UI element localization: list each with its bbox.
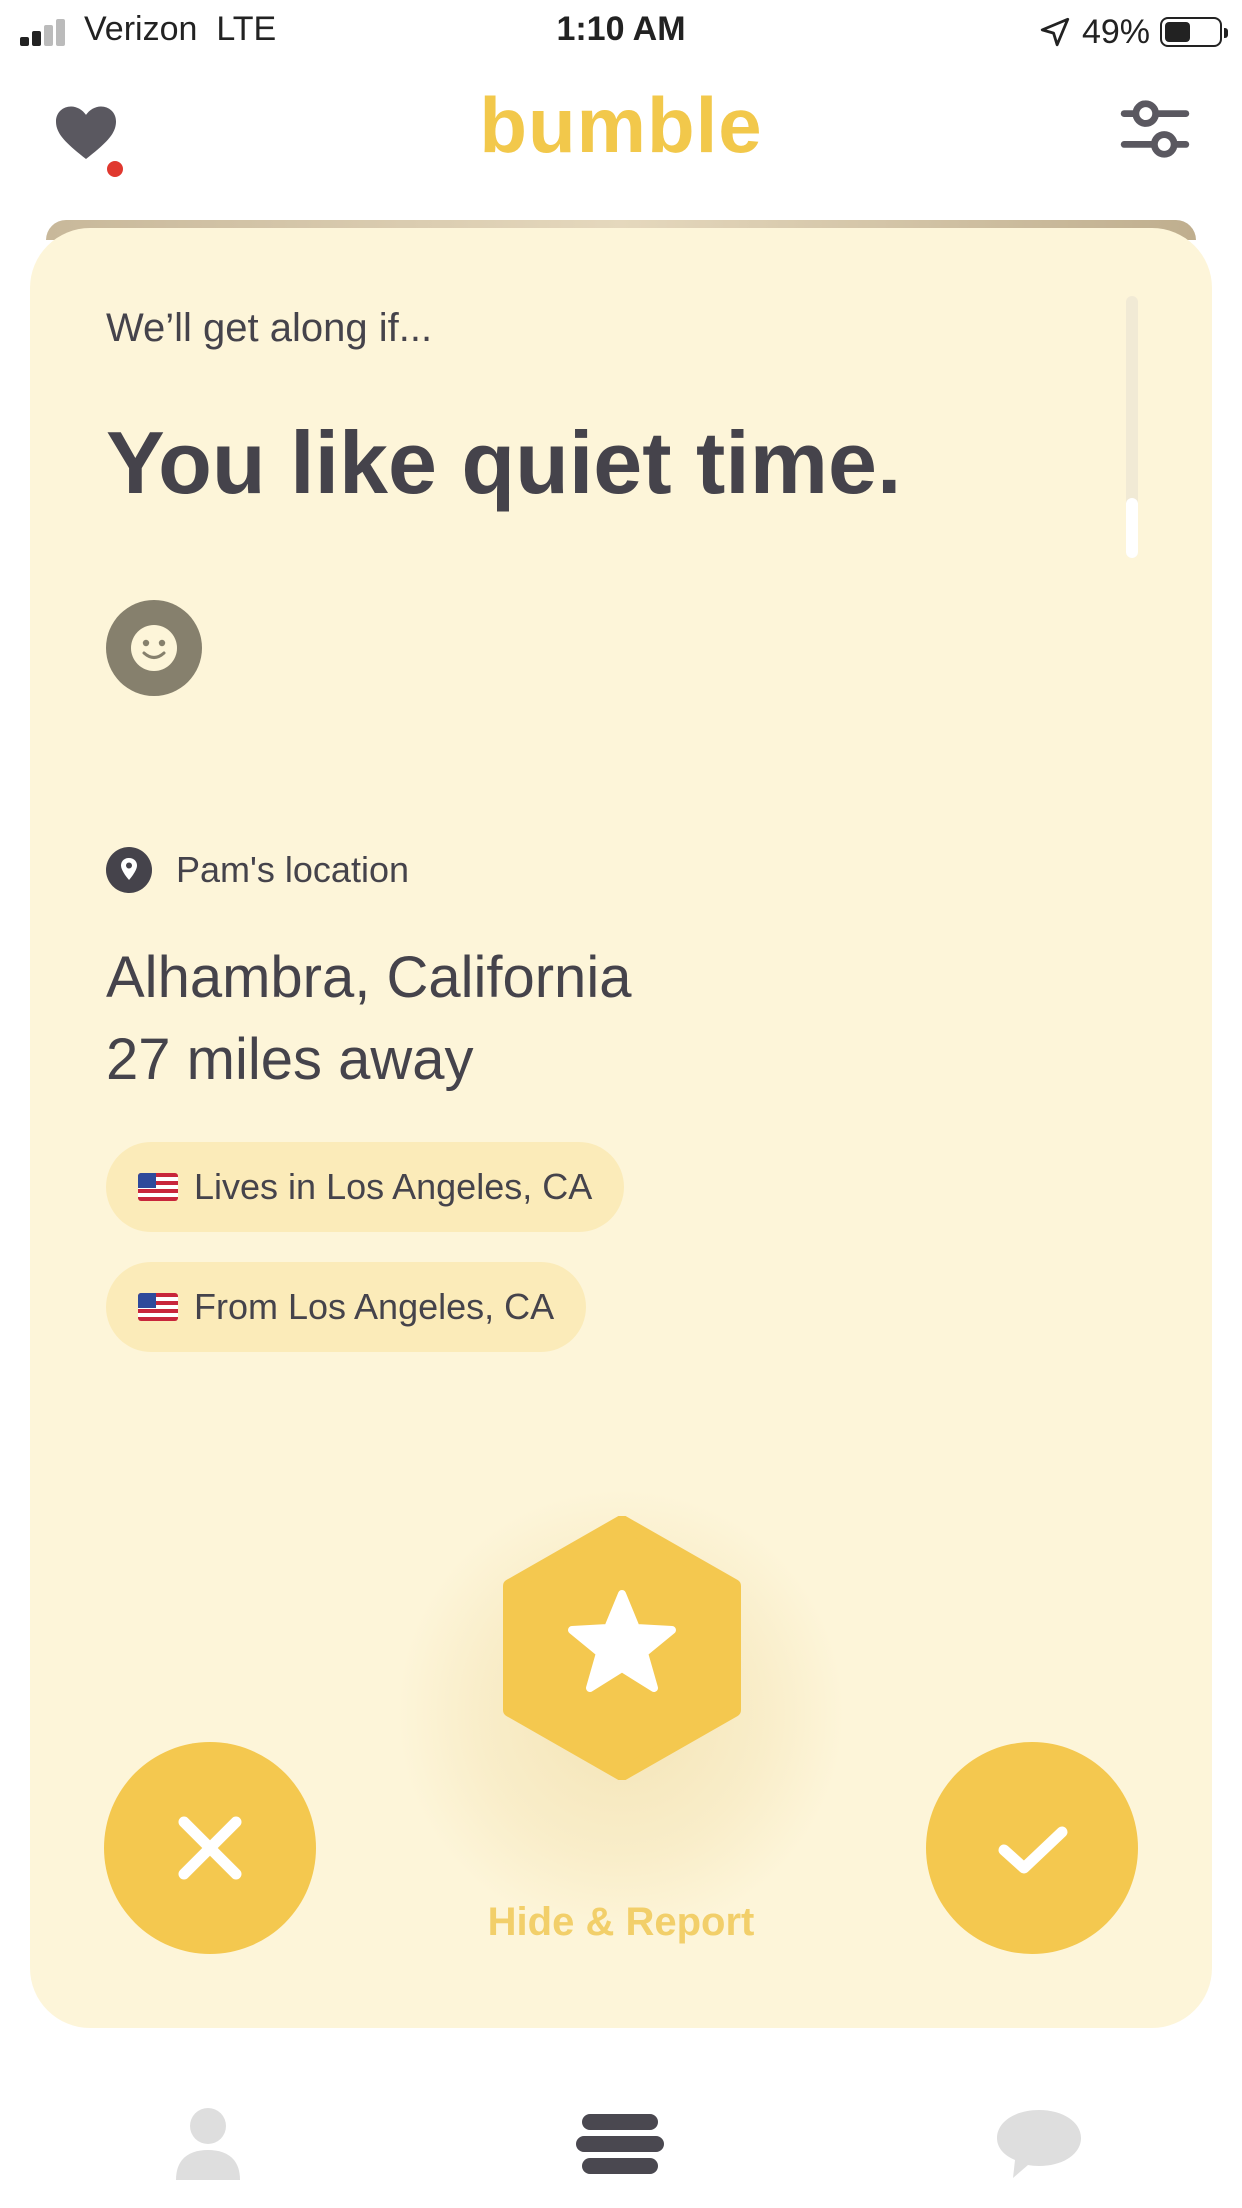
location-pin-icon — [106, 847, 152, 893]
location-arrow-icon — [1040, 17, 1070, 47]
badge-text: Lives in Los Angeles, CA — [194, 1166, 593, 1207]
filter-icon[interactable] — [1118, 92, 1192, 166]
app-logo: bumble — [479, 81, 763, 169]
status-right: 49% — [1038, 10, 1228, 54]
from-badge: From Los Angeles, CA — [106, 1262, 587, 1352]
profile-card[interactable]: We’ll get along if... You like quiet tim… — [30, 228, 1212, 2028]
scrollbar[interactable] — [1126, 296, 1138, 558]
prompt-answer: You like quiet time. — [106, 413, 902, 512]
check-icon — [998, 1826, 1068, 1874]
bumble-stack-icon[interactable] — [570, 2094, 670, 2194]
city: Alhambra, California — [106, 945, 632, 1010]
battery-icon — [1160, 17, 1228, 47]
close-icon — [178, 1816, 242, 1880]
battery-percent: 49% — [1081, 12, 1150, 51]
top-bar: bumble — [0, 64, 1242, 214]
badge-text: From Los Angeles, CA — [194, 1286, 555, 1327]
status-bar: Verizon LTE 1:10 AM 49% — [0, 0, 1242, 64]
lives-in-badge: Lives in Los Angeles, CA — [106, 1142, 625, 1232]
us-flag-icon — [138, 1173, 178, 1201]
battery-tip — [1224, 28, 1228, 38]
distance: 27 miles away — [106, 1027, 474, 1092]
us-flag-icon — [138, 1293, 178, 1321]
location-header: Pam's location — [106, 846, 409, 894]
location-label: Pam's location — [176, 849, 409, 890]
prompt-label: We’ll get along if... — [106, 306, 433, 350]
person-icon[interactable] — [158, 2094, 258, 2194]
smiley-icon — [131, 625, 177, 671]
battery-fill — [1165, 22, 1190, 42]
reaction-button[interactable] — [106, 600, 202, 696]
bottom-nav — [0, 2060, 1242, 2208]
scrollbar-thumb[interactable] — [1126, 498, 1138, 558]
chat-bubble-icon[interactable] — [984, 2094, 1094, 2194]
hide-report-link[interactable]: Hide & Report — [30, 1900, 1212, 1945]
superswipe-button[interactable] — [500, 1516, 744, 1780]
